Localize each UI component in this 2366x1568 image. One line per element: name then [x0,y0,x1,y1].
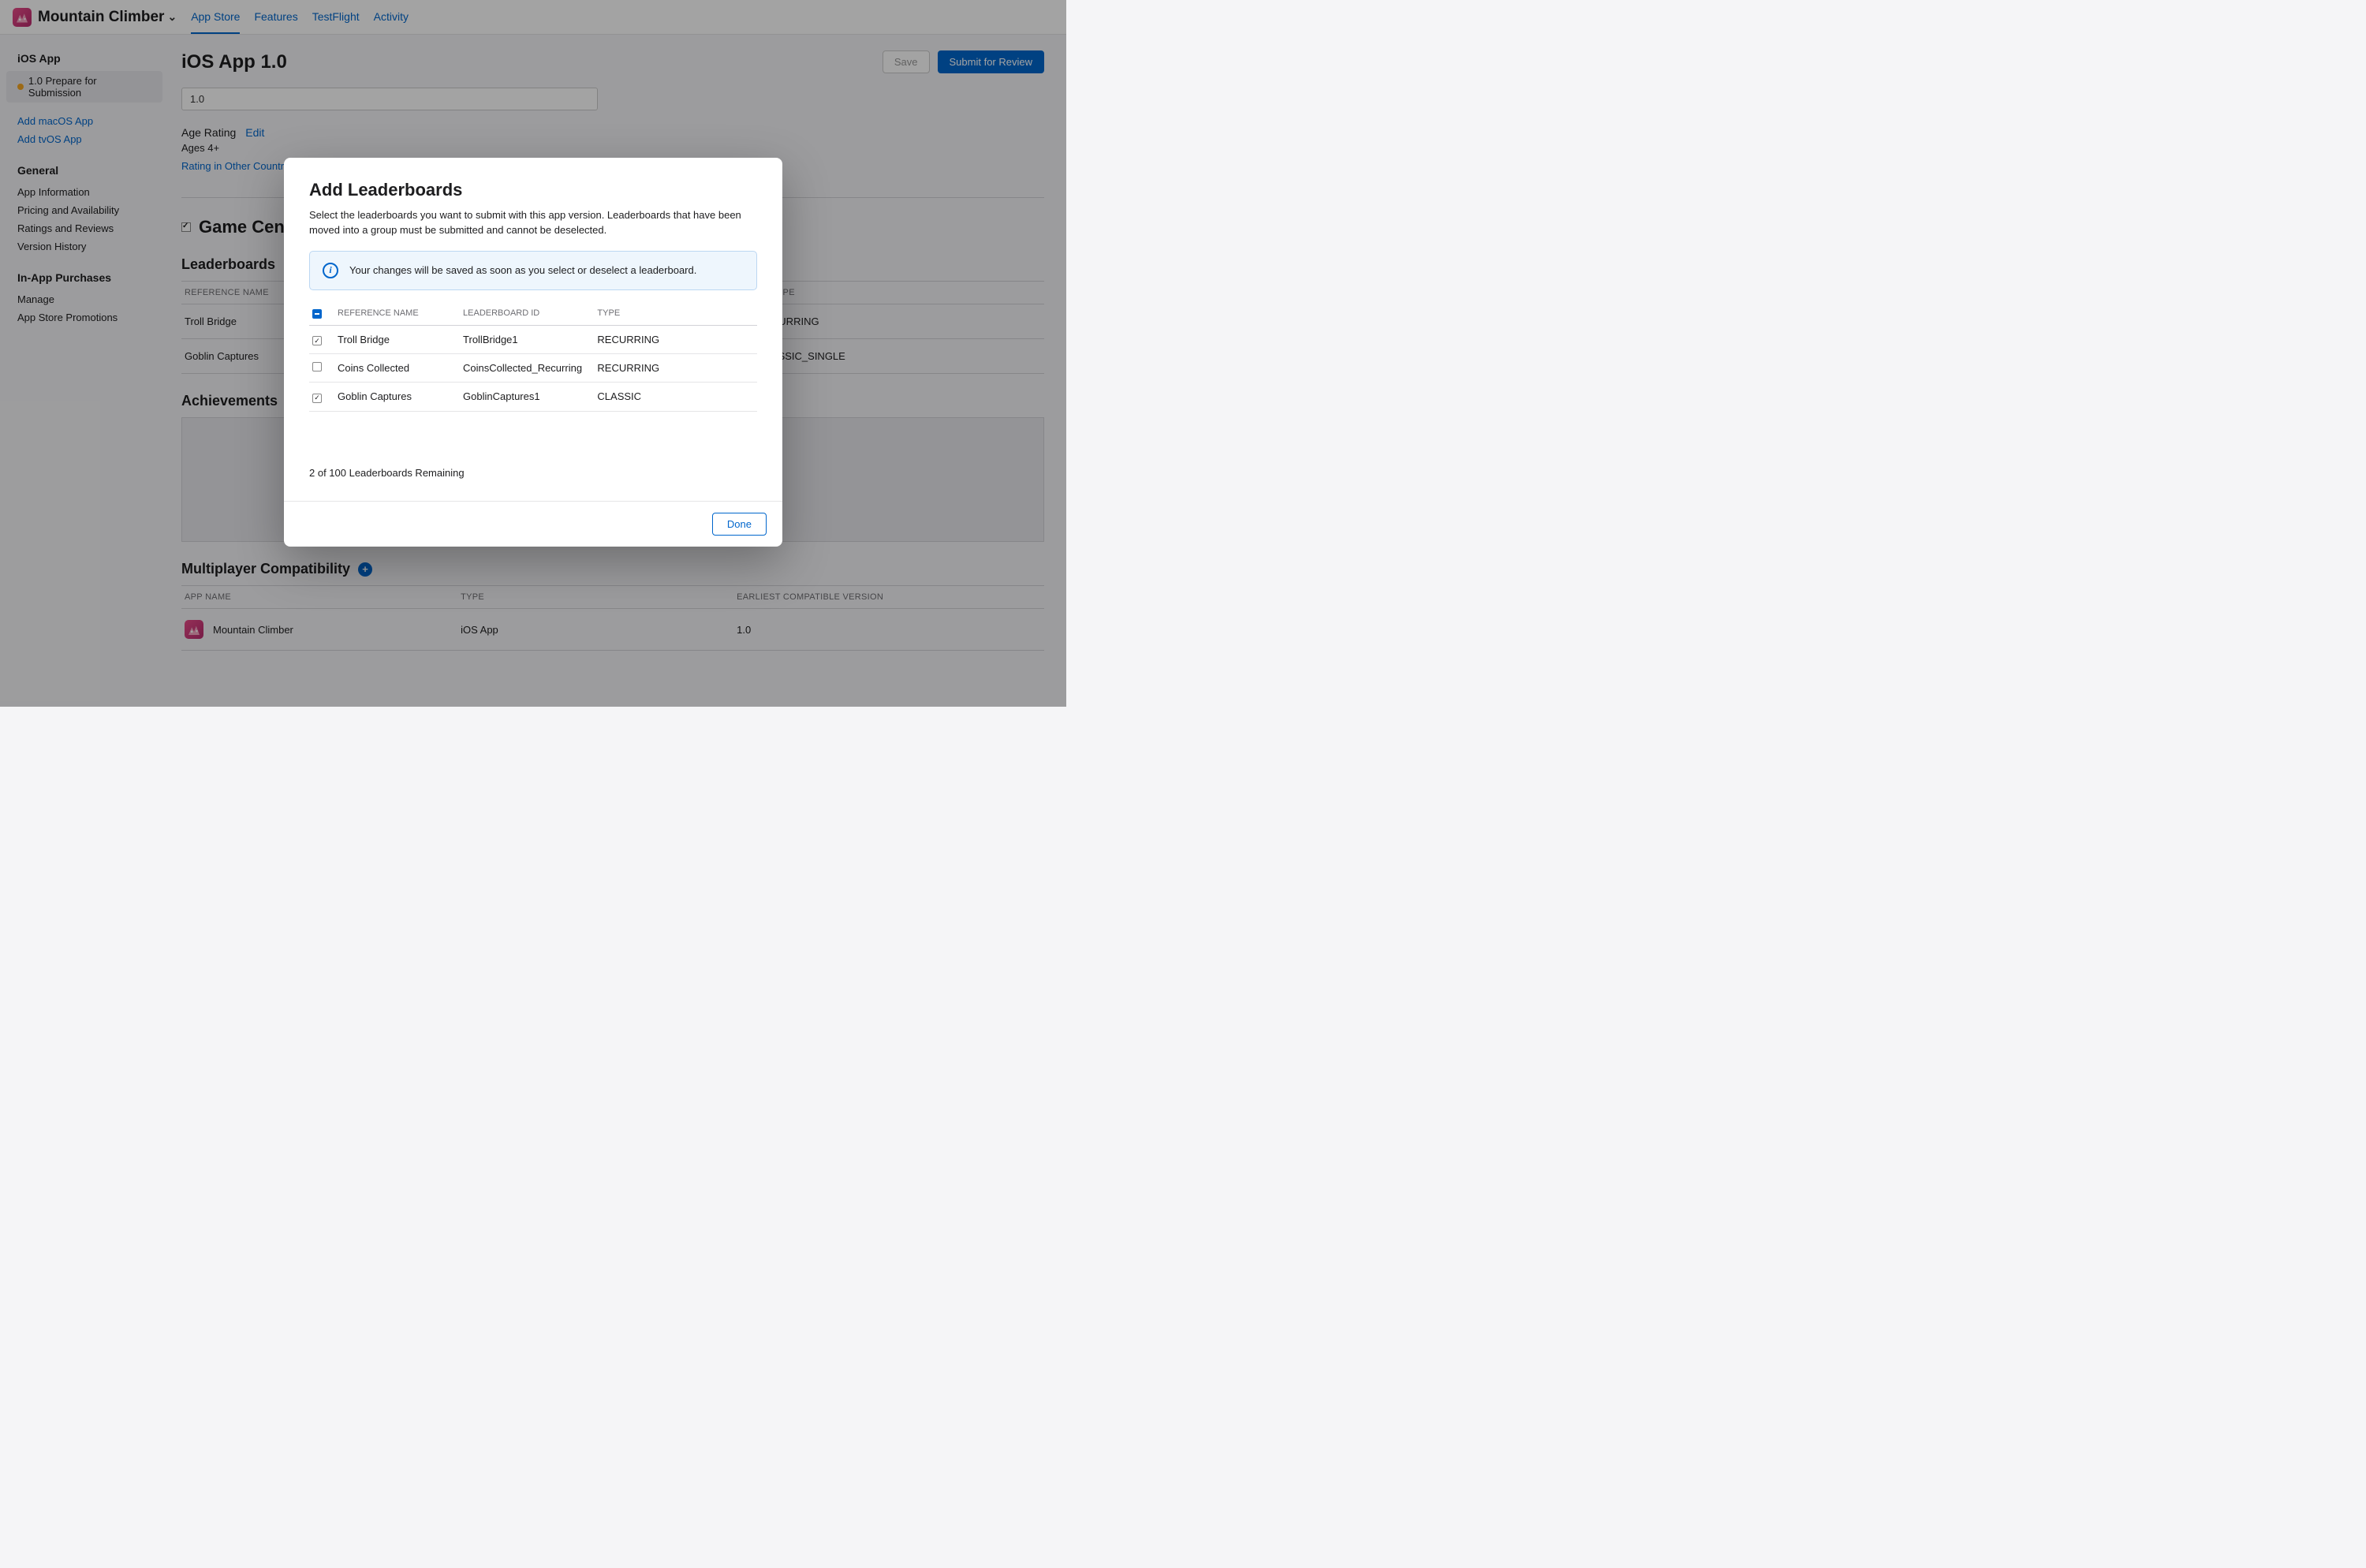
modal-row-ref: Goblin Captures [334,383,460,412]
info-banner: i Your changes will be saved as soon as … [309,251,757,290]
table-row[interactable]: Goblin CapturesGoblinCaptures1CLASSIC [309,383,757,412]
modal-row-id: TrollBridge1 [460,325,594,354]
select-all-checkbox[interactable] [312,309,322,319]
done-button[interactable]: Done [712,513,767,536]
table-row[interactable]: Coins CollectedCoinsCollected_RecurringR… [309,354,757,383]
modal-overlay[interactable]: Add Leaderboards Select the leaderboards… [0,0,1066,707]
info-icon: i [323,263,338,278]
modal-col-type: TYPE [594,301,757,326]
info-text: Your changes will be saved as soon as yo… [349,264,696,276]
modal-title: Add Leaderboards [309,180,757,200]
add-leaderboards-modal: Add Leaderboards Select the leaderboards… [284,158,782,547]
modal-row-type: RECURRING [594,325,757,354]
modal-description: Select the leaderboards you want to subm… [309,208,757,238]
modal-row-ref: Coins Collected [334,354,460,383]
row-checkbox[interactable] [312,394,322,403]
remaining-count: 2 of 100 Leaderboards Remaining [309,467,757,479]
modal-row-type: RECURRING [594,354,757,383]
modal-row-id: GoblinCaptures1 [460,383,594,412]
row-checkbox[interactable] [312,336,322,345]
modal-row-id: CoinsCollected_Recurring [460,354,594,383]
modal-col-id: LEADERBOARD ID [460,301,594,326]
row-checkbox[interactable] [312,362,322,371]
modal-col-ref: REFERENCE NAME [334,301,460,326]
modal-row-ref: Troll Bridge [334,325,460,354]
modal-leaderboards-table: REFERENCE NAME LEADERBOARD ID TYPE Troll… [309,301,757,412]
modal-row-type: CLASSIC [594,383,757,412]
table-row[interactable]: Troll BridgeTrollBridge1RECURRING [309,325,757,354]
